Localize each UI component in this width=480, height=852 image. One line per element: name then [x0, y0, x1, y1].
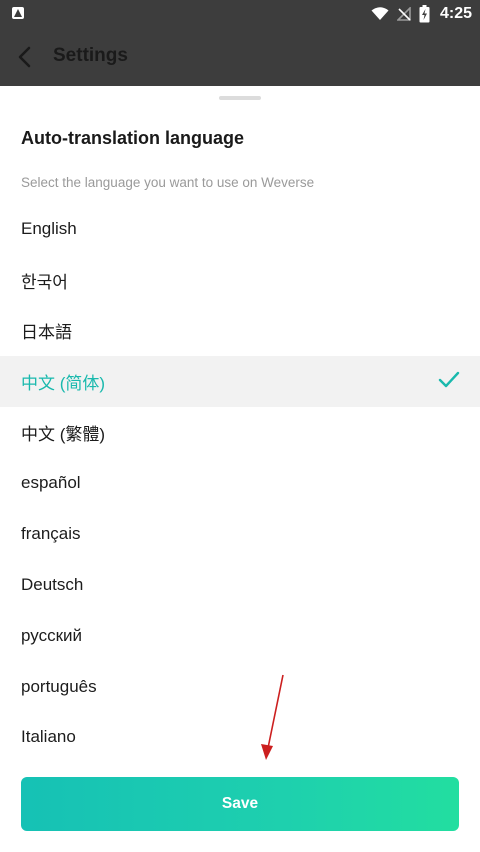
back-button[interactable] — [14, 45, 38, 69]
language-option-french[interactable]: français — [0, 509, 480, 560]
language-label: 中文 (简体) — [21, 374, 106, 394]
sheet-subtitle: Select the language you want to use on W… — [21, 175, 315, 190]
language-option-italian[interactable]: Italiano — [0, 712, 480, 763]
status-time: 4:25 — [439, 5, 472, 22]
page-title: Settings — [53, 45, 128, 66]
language-option-japanese[interactable]: 日本語 — [0, 306, 480, 357]
back-arrow-icon — [18, 46, 31, 68]
language-option-portuguese[interactable]: português — [0, 661, 480, 712]
app-bar: Settings — [0, 28, 480, 86]
app-notification-icon — [12, 7, 24, 19]
language-label: 中文 (繁體) — [21, 425, 106, 445]
language-label: español — [21, 473, 81, 493]
check-icon — [438, 372, 460, 388]
language-option-english[interactable]: English — [0, 204, 480, 255]
language-option-chinese-simplified[interactable]: 中文 (简体) — [0, 356, 480, 408]
language-label: English — [21, 219, 77, 239]
language-option-russian[interactable]: русский — [0, 610, 480, 661]
battery-charging-icon — [419, 5, 430, 23]
language-option-spanish[interactable]: español — [0, 458, 480, 509]
language-bottom-sheet: Auto-translation language Select the lan… — [0, 86, 480, 852]
sheet-title: Auto-translation language — [21, 128, 245, 148]
language-label: 한국어 — [21, 272, 68, 292]
language-label: русский — [21, 625, 83, 645]
wifi-icon — [371, 7, 389, 20]
language-label: français — [21, 524, 81, 544]
no-signal-icon — [396, 7, 411, 21]
language-option-chinese-traditional[interactable]: 中文 (繁體) — [0, 407, 480, 458]
language-option-korean[interactable]: 한국어 — [0, 255, 480, 306]
language-label: português — [21, 676, 97, 696]
save-button[interactable]: Save — [21, 777, 459, 831]
language-list: English 한국어 日本語 中文 (简体) 中文 (繁體) español … — [0, 204, 480, 763]
status-icons: 4:25 — [371, 4, 472, 24]
language-option-german[interactable]: Deutsch — [0, 560, 480, 611]
language-label: Deutsch — [21, 574, 84, 594]
drag-handle[interactable] — [219, 96, 261, 100]
status-bar: 4:25 — [0, 0, 480, 28]
language-label: Italiano — [21, 727, 76, 747]
language-label: 日本語 — [21, 323, 72, 343]
